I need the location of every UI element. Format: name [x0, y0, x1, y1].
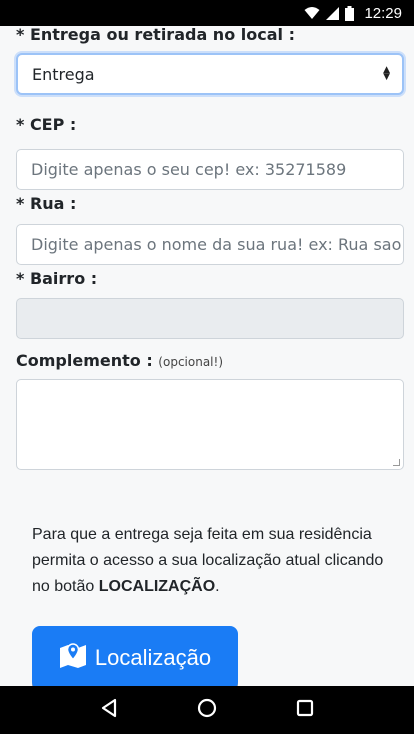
form-content: * Entrega ou retirada no local : Entrega…	[0, 26, 414, 686]
status-bar: 12:29	[0, 0, 414, 26]
complemento-label: Complemento : (opcional!)	[16, 351, 404, 370]
delivery-label: * Entrega ou retirada no local :	[16, 26, 295, 44]
wifi-icon	[304, 6, 320, 20]
delivery-select-value: Entrega	[32, 64, 95, 84]
location-button[interactable]: Localização	[32, 626, 238, 686]
delivery-select[interactable]: Entrega ▲ ▼	[16, 53, 404, 95]
cep-input[interactable]: Digite apenas o seu cep! ex: 35271589	[16, 149, 404, 190]
battery-icon	[345, 5, 355, 21]
complemento-label-text: Complemento :	[16, 351, 153, 370]
map-marker-icon	[59, 642, 87, 674]
android-nav-bar	[0, 686, 414, 734]
rua-input[interactable]: Digite apenas o nome da sua rua! ex: Rua…	[16, 224, 404, 265]
back-icon[interactable]	[100, 698, 118, 722]
signal-icon	[326, 6, 340, 20]
info-highlight: LOCALIZAÇÃO	[98, 578, 216, 595]
bairro-input[interactable]	[16, 298, 404, 339]
rua-label: * Rua :	[16, 194, 77, 213]
complemento-textarea[interactable]	[16, 379, 404, 470]
bairro-label: * Bairro :	[16, 269, 98, 288]
location-info-text: Para que a entrega seja feita em sua res…	[16, 522, 396, 600]
complemento-optional-hint: (opcional!)	[158, 355, 223, 369]
location-button-label: Localização	[94, 645, 212, 670]
info-text-after: .	[215, 578, 220, 595]
home-icon[interactable]	[197, 698, 217, 722]
cep-label: * CEP :	[16, 115, 77, 134]
resize-grip-icon[interactable]	[393, 459, 400, 466]
recents-icon[interactable]	[296, 699, 314, 721]
status-time: 12:29	[364, 4, 402, 22]
select-caret-icon: ▲ ▼	[383, 65, 390, 82]
